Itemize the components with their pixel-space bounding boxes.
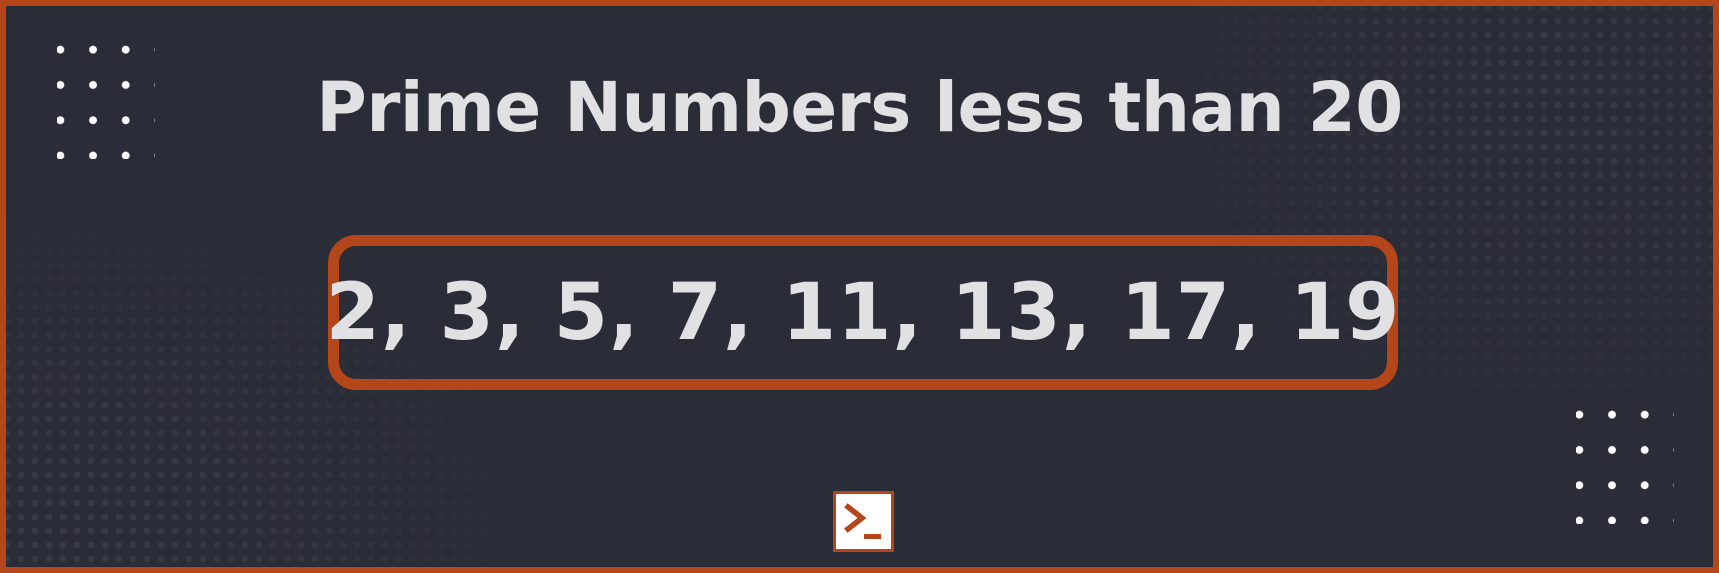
primes-list: 2, 3, 5, 7, 11, 13, 17, 19 (325, 267, 1401, 358)
terminal-prompt-icon (833, 491, 894, 552)
primes-box: 2, 3, 5, 7, 11, 13, 17, 19 (325, 235, 1401, 390)
page-title: Prime Numbers less than 20 (316, 68, 1403, 148)
banner-frame: Prime Numbers less than 20 2, 3, 5, 7, 1… (0, 0, 1719, 573)
dot-grid-bottom-right (1576, 410, 1674, 524)
